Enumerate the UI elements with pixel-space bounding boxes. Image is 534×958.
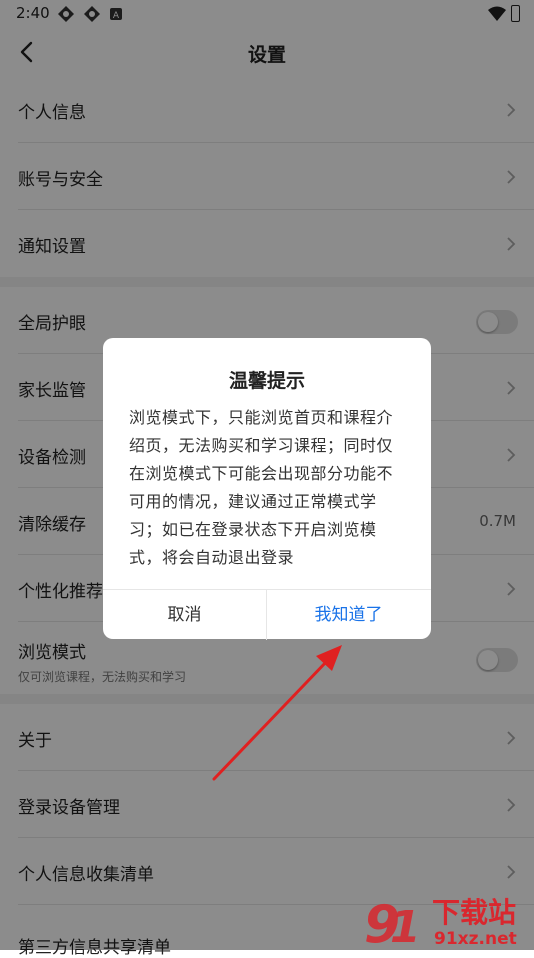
watermark-brand: 下载站: [432, 896, 516, 929]
svg-text:1: 1: [390, 902, 421, 950]
annotation-arrow: [212, 645, 342, 781]
watermark-site: 91xz.net: [434, 929, 517, 949]
watermark-logo: 9 1 下载站 91xz.net: [364, 895, 517, 950]
